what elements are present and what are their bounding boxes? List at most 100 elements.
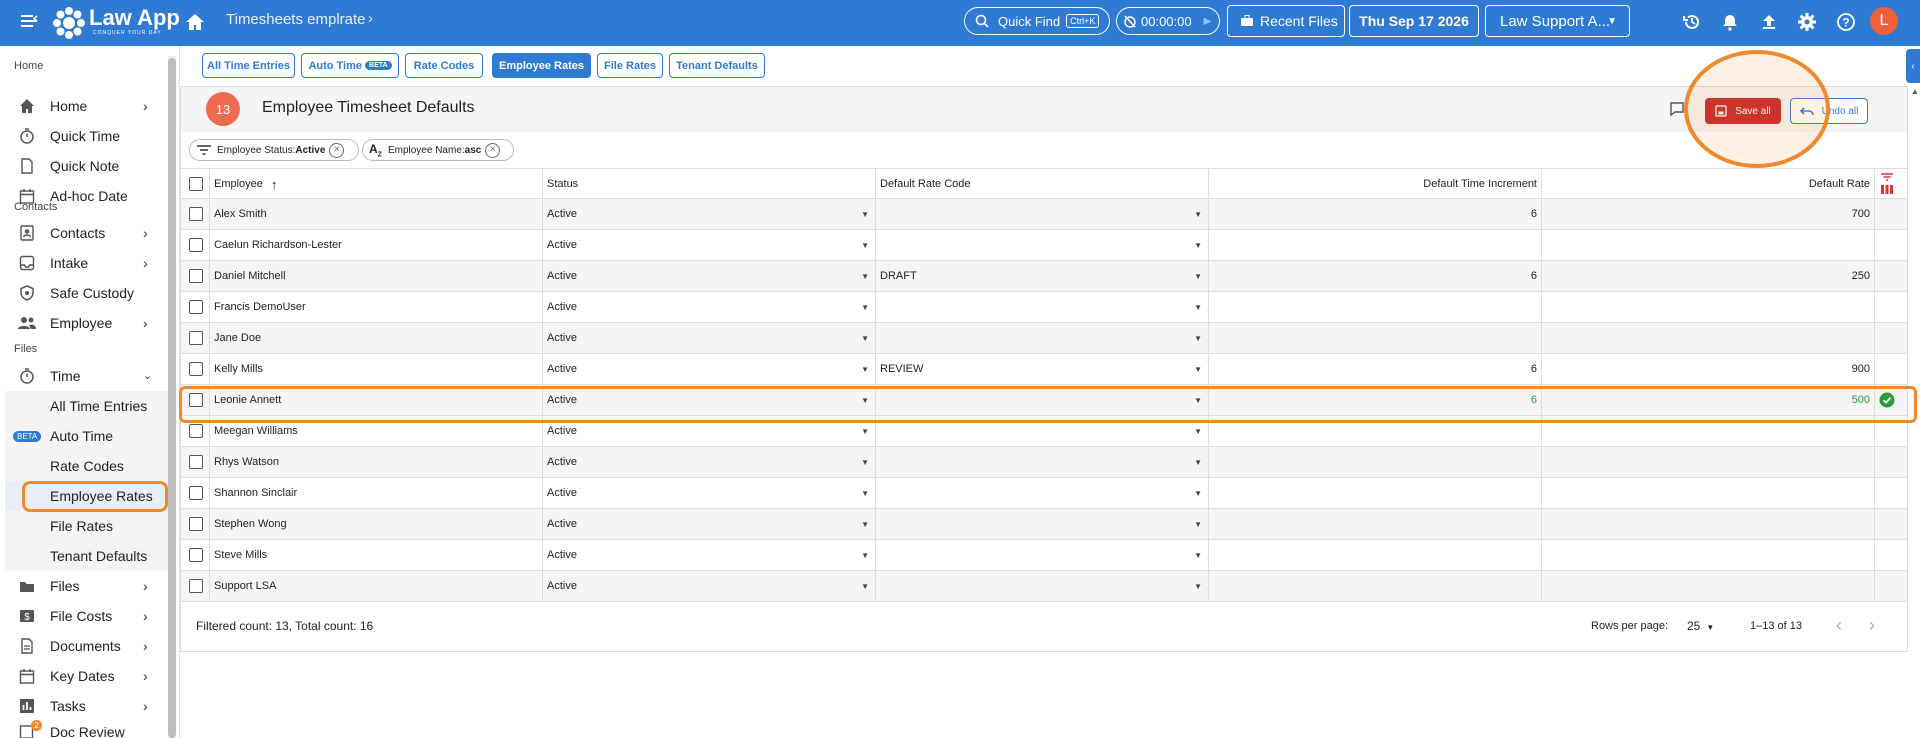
default-rate-input[interactable] (1542, 509, 1875, 539)
table-row[interactable]: Support LSA Active ▼ ▼ (181, 571, 1907, 602)
sidebar-item-safe-custody[interactable]: Safe Custody (0, 279, 168, 307)
sidebar-item-intake[interactable]: Intake › (0, 249, 168, 277)
sidebar-item-documents[interactable]: Documents › (0, 632, 168, 660)
time-increment-input[interactable]: 6 (1209, 354, 1542, 384)
next-page-icon[interactable]: › (1869, 615, 1875, 636)
default-rate-input[interactable] (1542, 292, 1875, 322)
row-checkbox[interactable] (189, 548, 203, 562)
table-row[interactable]: Rhys Watson Active ▼ ▼ (181, 447, 1907, 478)
tab-employee-rates[interactable]: Employee Rates (492, 53, 591, 78)
status-select[interactable]: Active ▼ (543, 199, 876, 229)
quick-find-button[interactable]: Quick Find Ctrl+K (964, 7, 1110, 35)
status-select[interactable]: Active ▼ (543, 509, 876, 539)
time-increment-input[interactable] (1209, 323, 1542, 353)
table-row[interactable]: Steve Mills Active ▼ ▼ (181, 540, 1907, 571)
firm-select[interactable]: Law Support A... ▼ (1485, 5, 1630, 37)
time-increment-input[interactable]: 6 (1209, 199, 1542, 229)
scroll-up-icon[interactable]: ▲ (1911, 87, 1919, 96)
sidebar-item-file-costs[interactable]: $ File Costs › (0, 602, 168, 630)
rate-code-select[interactable]: ▼ (876, 199, 1209, 229)
status-select[interactable]: Active ▼ (543, 447, 876, 477)
time-increment-input[interactable] (1209, 571, 1542, 601)
column-filter-icon[interactable] (1879, 171, 1895, 197)
status-select[interactable]: Active ▼ (543, 230, 876, 260)
time-increment-input[interactable] (1209, 292, 1542, 322)
sidebar-item-files[interactable]: Files › (0, 572, 168, 600)
time-increment-input[interactable] (1209, 540, 1542, 570)
table-row[interactable]: Kelly Mills Active ▼ REVIEW ▼ 6 900 (181, 354, 1907, 385)
rate-code-select[interactable]: DRAFT ▼ (876, 261, 1209, 291)
table-row[interactable]: Daniel Mitchell Active ▼ DRAFT ▼ 6 250 (181, 261, 1907, 292)
sidebar-item-rate-codes[interactable]: Rate Codes (5, 451, 168, 481)
rate-code-select[interactable]: ▼ (876, 447, 1209, 477)
rate-code-select[interactable]: ▼ (876, 230, 1209, 260)
time-increment-input[interactable]: 6 (1209, 261, 1542, 291)
row-checkbox[interactable] (189, 455, 203, 469)
rate-code-select[interactable]: REVIEW ▼ (876, 354, 1209, 384)
remove-filter-icon[interactable]: × (329, 142, 345, 158)
menu-collapse-icon[interactable] (18, 10, 40, 32)
sidebar-item-quick-time[interactable]: Quick Time (0, 122, 168, 150)
sidebar-item-time[interactable]: Time ⌄ (0, 362, 168, 390)
sort-asc-icon[interactable]: ↑ (271, 177, 278, 192)
select-all-checkbox[interactable] (189, 177, 203, 191)
panel-collapse-handle[interactable]: ‹ (1906, 49, 1920, 83)
tab-file-rates[interactable]: File Rates (597, 53, 663, 78)
time-increment-input[interactable] (1209, 478, 1542, 508)
tab-tenant-defaults[interactable]: Tenant Defaults (669, 53, 765, 78)
row-checkbox[interactable] (189, 331, 203, 345)
sidebar-item-doc-review[interactable]: 2 Doc Review (0, 720, 168, 738)
row-checkbox[interactable] (189, 424, 203, 438)
rate-code-select[interactable]: ▼ (876, 478, 1209, 508)
rate-code-select[interactable]: ▼ (876, 292, 1209, 322)
sidebar-item-contacts[interactable]: Contacts › (0, 219, 168, 247)
row-checkbox[interactable] (189, 486, 203, 500)
table-row[interactable]: Shannon Sinclair Active ▼ ▼ (181, 478, 1907, 509)
sidebar-item-key-dates[interactable]: Key Dates › (0, 662, 168, 690)
default-rate-input[interactable]: 700 (1542, 199, 1875, 229)
table-row[interactable]: Caelun Richardson-Lester Active ▼ ▼ (181, 230, 1907, 261)
sidebar-item-quick-note[interactable]: Quick Note (0, 152, 168, 180)
status-select[interactable]: Active ▼ (543, 354, 876, 384)
sidebar-item-file-rates[interactable]: File Rates (5, 511, 168, 541)
sidebar-item-tasks[interactable]: Tasks › (0, 692, 168, 720)
prev-page-icon[interactable]: ‹ (1836, 615, 1842, 636)
table-row[interactable]: Alex Smith Active ▼ ▼ 6 700 (181, 199, 1907, 230)
column-header-default-rate-code[interactable]: Default Rate Code (876, 169, 1209, 199)
table-row[interactable]: Jane Doe Active ▼ ▼ (181, 323, 1907, 354)
table-row[interactable]: Stephen Wong Active ▼ ▼ (181, 509, 1907, 540)
avatar[interactable]: L (1870, 7, 1898, 35)
comment-icon[interactable] (1669, 101, 1685, 120)
upload-icon[interactable] (1758, 11, 1780, 33)
column-header-status[interactable]: Status (543, 169, 876, 199)
rate-code-select[interactable]: ▼ (876, 323, 1209, 353)
rate-code-select[interactable]: ▼ (876, 571, 1209, 601)
table-row[interactable]: Francis DemoUser Active ▼ ▼ (181, 292, 1907, 323)
tab-auto-time[interactable]: Auto Time BETA (301, 53, 399, 78)
rate-code-select[interactable]: ▼ (876, 540, 1209, 570)
sidebar-item-employee[interactable]: Employee › (0, 309, 168, 337)
status-select[interactable]: Active ▼ (543, 261, 876, 291)
app-logo[interactable]: Law App CONQUER YOUR DAY (52, 3, 180, 43)
default-rate-input[interactable]: 250 (1542, 261, 1875, 291)
tab-all-time-entries[interactable]: All Time Entries (202, 53, 295, 78)
bell-icon[interactable] (1719, 11, 1741, 33)
time-increment-input[interactable] (1209, 447, 1542, 477)
default-rate-input[interactable] (1542, 540, 1875, 570)
filter-chip-sort[interactable]: AZ Employee Name: asc × (362, 139, 514, 161)
row-checkbox[interactable] (189, 362, 203, 376)
sidebar-item-auto-time[interactable]: BETA Auto Time (5, 421, 168, 451)
row-checkbox[interactable] (189, 517, 203, 531)
history-icon[interactable] (1681, 11, 1703, 33)
date-button[interactable]: Thu Sep 17 2026 (1349, 5, 1479, 37)
status-select[interactable]: Active ▼ (543, 478, 876, 508)
status-select[interactable]: Active ▼ (543, 571, 876, 601)
play-icon[interactable]: ▶ (1204, 16, 1212, 27)
timer-control[interactable]: 00:00:00 ▶ (1116, 7, 1220, 35)
row-checkbox[interactable] (189, 300, 203, 314)
rate-code-select[interactable]: ▼ (876, 509, 1209, 539)
rows-per-page-select[interactable]: 25 ▼ (1687, 619, 1714, 633)
gear-icon[interactable] (1796, 11, 1818, 33)
filter-chip-status[interactable]: Employee Status: Active × (189, 139, 359, 161)
default-rate-input[interactable] (1542, 478, 1875, 508)
